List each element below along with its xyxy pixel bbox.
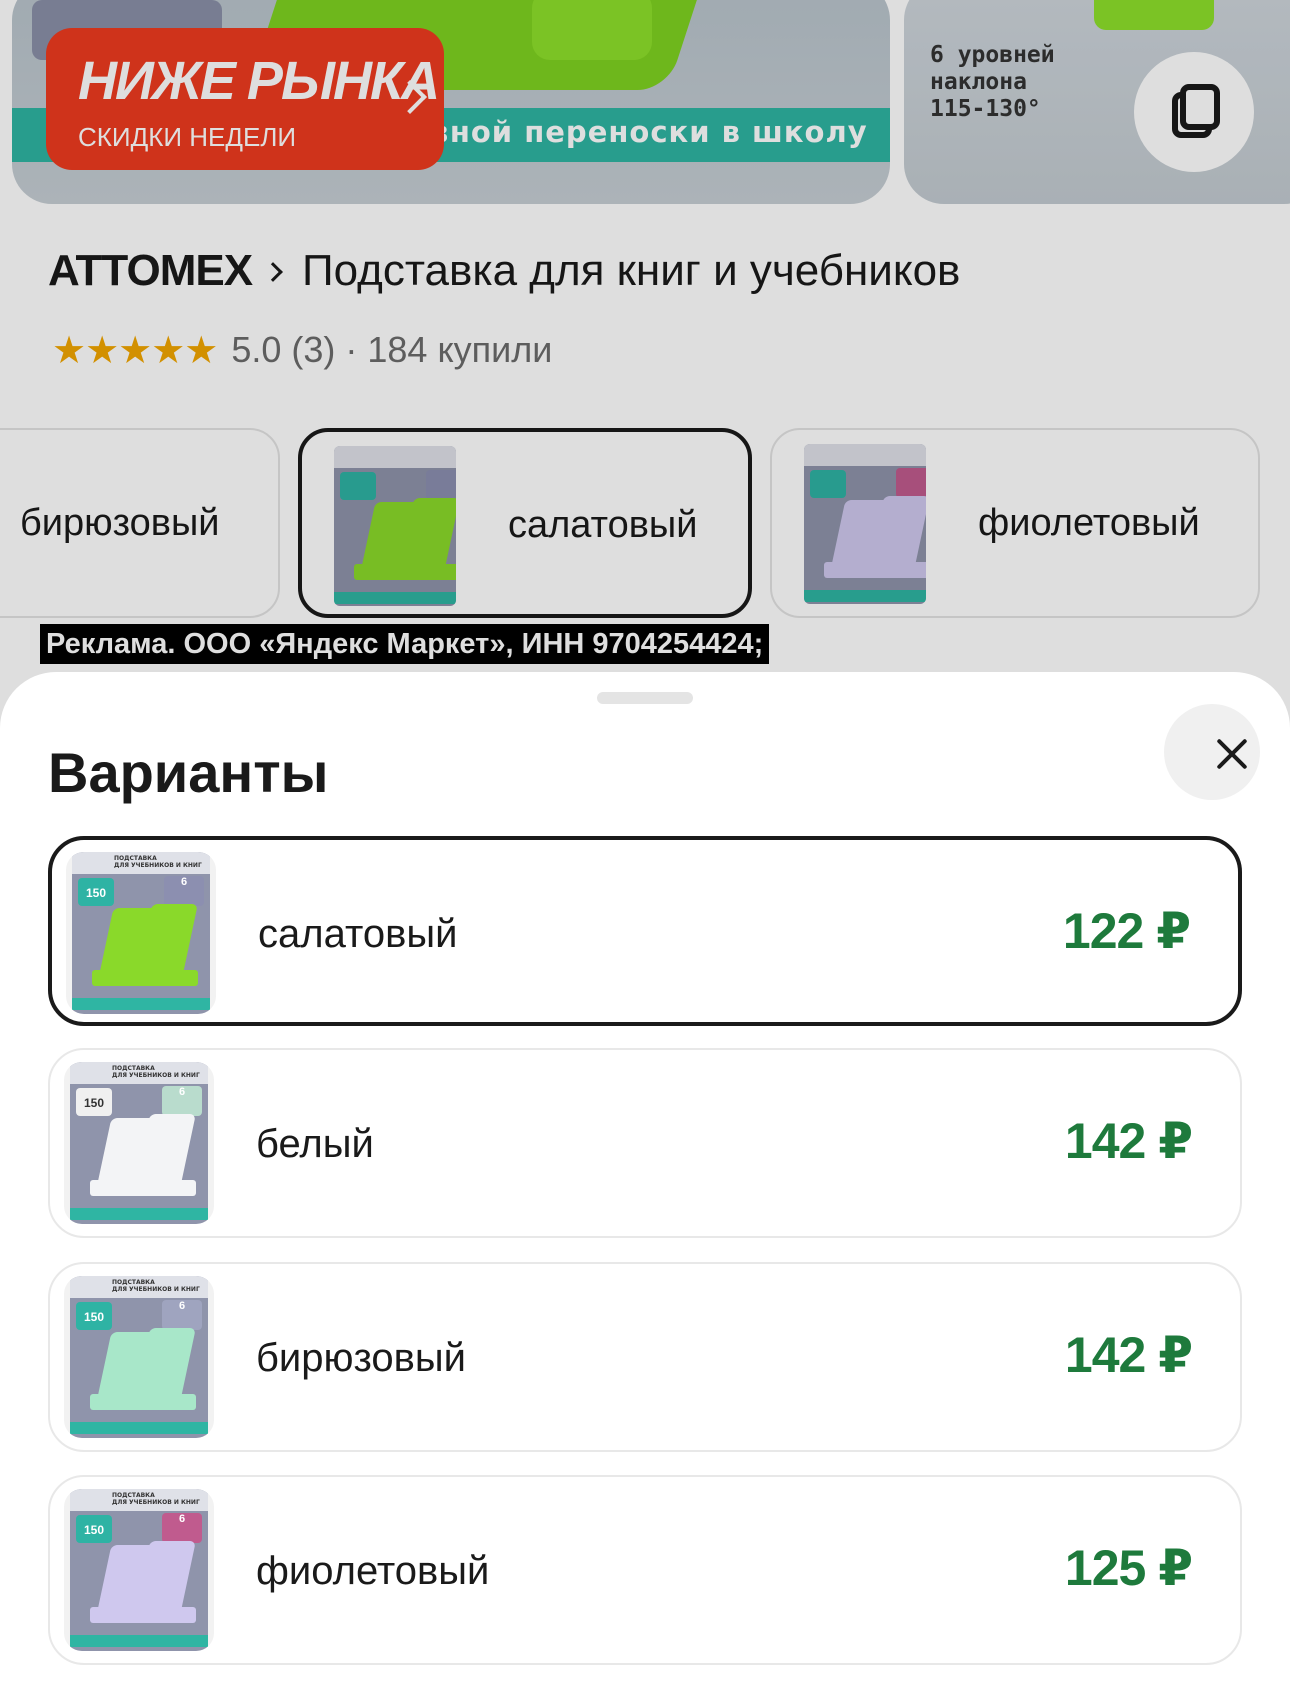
variant-option-label: салатовый <box>258 912 458 956</box>
thumb-badge: 6 <box>164 876 204 906</box>
thumb-badge: 150 <box>78 878 114 906</box>
thumb-badge: 150 <box>76 1302 112 1330</box>
variant-option-label: фиолетовый <box>256 1549 490 1593</box>
thumb-badge: 150 <box>76 1515 112 1543</box>
variant-option-violet[interactable]: ПОДСТАВКА ДЛЯ УЧЕБНИКОВ И КНИГ 150 6 фио… <box>48 1475 1242 1665</box>
thumb-header-text: ПОДСТАВКА ДЛЯ УЧЕБНИКОВ И КНИГ <box>112 1279 200 1293</box>
thumb-header-text: ПОДСТАВКА ДЛЯ УЧЕБНИКОВ И КНИГ <box>114 855 202 869</box>
variant-option-image: ПОДСТАВКА ДЛЯ УЧЕБНИКОВ И КНИГ 150 6 <box>66 852 216 1014</box>
close-button[interactable] <box>1164 704 1260 800</box>
thumb-header-text: ПОДСТАВКА ДЛЯ УЧЕБНИКОВ И КНИГ <box>112 1492 200 1506</box>
variant-option-lime[interactable]: ПОДСТАВКА ДЛЯ УЧЕБНИКОВ И КНИГ 150 6 сал… <box>48 836 1242 1026</box>
variant-option-label: бирюзовый <box>256 1336 466 1380</box>
thumb-badge: 150 <box>76 1088 112 1116</box>
thumb-badge: 6 <box>162 1300 202 1330</box>
variants-bottom-sheet: Варианты ПОДСТАВКА ДЛЯ УЧЕБНИКОВ И КНИГ … <box>0 672 1290 1695</box>
thumb-badge: 6 <box>162 1086 202 1116</box>
variant-option-image: ПОДСТАВКА ДЛЯ УЧЕБНИКОВ И КНИГ 150 6 <box>64 1276 214 1438</box>
variant-option-label: белый <box>256 1122 374 1166</box>
variant-option-turquoise[interactable]: ПОДСТАВКА ДЛЯ УЧЕБНИКОВ И КНИГ 150 6 бир… <box>48 1262 1242 1452</box>
variant-option-price: 122 ₽ <box>1062 903 1191 959</box>
variant-option-white[interactable]: ПОДСТАВКА ДЛЯ УЧЕБНИКОВ И КНИГ 150 6 бел… <box>48 1048 1242 1238</box>
variant-option-image: ПОДСТАВКА ДЛЯ УЧЕБНИКОВ И КНИГ 150 6 <box>64 1062 214 1224</box>
sheet-title: Варианты <box>48 741 329 804</box>
sheet-grabber[interactable] <box>597 692 693 704</box>
variant-option-image: ПОДСТАВКА ДЛЯ УЧЕБНИКОВ И КНИГ 150 6 <box>64 1489 214 1651</box>
thumb-badge: 6 <box>162 1513 202 1543</box>
variant-option-price: 142 ₽ <box>1064 1113 1193 1169</box>
variant-option-price: 142 ₽ <box>1064 1327 1193 1383</box>
thumb-header-text: ПОДСТАВКА ДЛЯ УЧЕБНИКОВ И КНИГ <box>112 1065 200 1079</box>
variant-option-price: 125 ₽ <box>1064 1540 1193 1596</box>
